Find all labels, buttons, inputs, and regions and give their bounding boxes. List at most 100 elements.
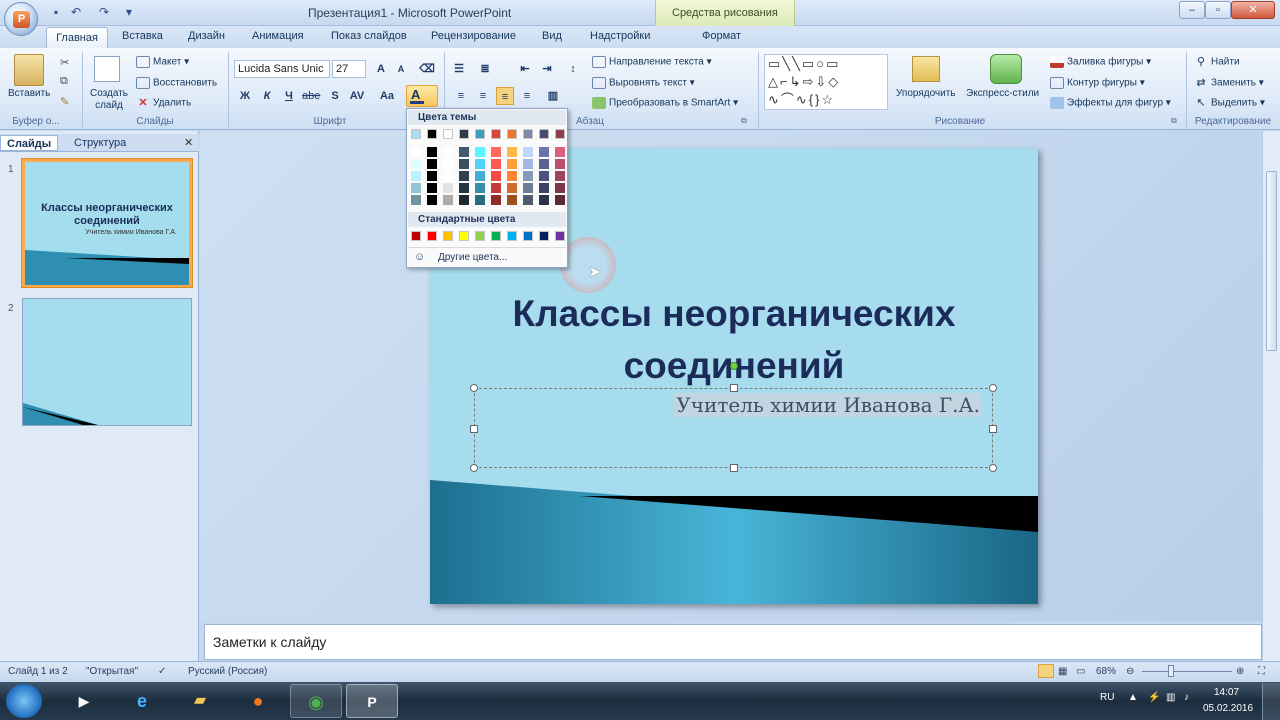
start-button[interactable]: [6, 684, 42, 718]
resize-handle[interactable]: [470, 384, 478, 392]
media-player-icon[interactable]: ▶: [58, 684, 110, 718]
clear-format-icon[interactable]: ⌫: [418, 60, 436, 78]
theme-shade-swatch[interactable]: [523, 159, 533, 169]
resize-handle[interactable]: [989, 464, 997, 472]
line-spacing-icon[interactable]: ↕: [564, 60, 582, 78]
dialog-launcher-icon[interactable]: ⧉: [741, 116, 747, 126]
subtitle-placeholder[interactable]: Учитель химии Иванова Г.А.: [470, 362, 997, 472]
zoom-level[interactable]: 68%: [1096, 666, 1116, 677]
theme-shade-swatch[interactable]: [507, 195, 517, 205]
theme-shade-swatch[interactable]: [475, 159, 485, 169]
resize-handle[interactable]: [989, 384, 997, 392]
find-button[interactable]: ⚲ Найти: [1194, 56, 1240, 68]
zoom-slider[interactable]: [1142, 671, 1232, 672]
tab-format[interactable]: Формат: [702, 30, 741, 42]
customize-qat-icon[interactable]: ▾: [124, 4, 134, 20]
decrease-indent-icon[interactable]: ⇤: [516, 60, 534, 78]
theme-color-swatch[interactable]: [475, 129, 485, 139]
theme-shade-swatch[interactable]: [443, 195, 453, 205]
theme-shade-swatch[interactable]: [427, 171, 437, 181]
resize-handle[interactable]: [730, 464, 738, 472]
theme-shade-swatch[interactable]: [523, 171, 533, 181]
redo-icon[interactable]: ↷: [96, 4, 112, 20]
font-color-button[interactable]: A: [406, 85, 438, 107]
quick-styles-button[interactable]: Экспресс-стили: [966, 88, 1039, 99]
theme-shade-swatch[interactable]: [443, 171, 453, 181]
shapes-gallery[interactable]: ▭╲╲▭○▭ △⌐↳⇨⇩◇ ∿⌒∿{}☆: [764, 54, 888, 110]
paste-button[interactable]: Вставить: [8, 88, 50, 99]
normal-view-icon[interactable]: [1038, 664, 1054, 678]
clock-date[interactable]: 05.02.2016: [1203, 703, 1253, 714]
power-icon[interactable]: ⚡: [1148, 692, 1160, 703]
theme-shade-swatch[interactable]: [507, 183, 517, 193]
theme-color-swatch[interactable]: [523, 129, 533, 139]
standard-color-swatch[interactable]: [539, 231, 549, 241]
reset-button[interactable]: Восстановить: [136, 77, 217, 89]
theme-shade-swatch[interactable]: [539, 171, 549, 181]
scroll-thumb[interactable]: [1266, 171, 1277, 351]
theme-shade-swatch[interactable]: [539, 183, 549, 193]
show-desktop-button[interactable]: [1262, 683, 1280, 720]
theme-shade-swatch[interactable]: [523, 147, 533, 157]
minimize-button[interactable]: –: [1179, 1, 1205, 19]
theme-color-swatch[interactable]: [443, 129, 453, 139]
theme-shade-swatch[interactable]: [491, 195, 501, 205]
standard-color-swatch[interactable]: [507, 231, 517, 241]
close-panel-icon[interactable]: ✕: [184, 136, 193, 149]
zoom-slider-thumb[interactable]: [1168, 665, 1174, 677]
theme-shade-swatch[interactable]: [443, 159, 453, 169]
tab-animation[interactable]: Анимация: [252, 30, 304, 42]
theme-shade-swatch[interactable]: [507, 159, 517, 169]
grow-font-button[interactable]: A: [372, 60, 390, 78]
shrink-font-button[interactable]: A: [392, 60, 410, 78]
smartart-button[interactable]: Преобразовать в SmartArt ▾: [592, 97, 738, 109]
zoom-in-icon[interactable]: ⊕: [1236, 666, 1244, 677]
theme-shade-swatch[interactable]: [507, 147, 517, 157]
maximize-button[interactable]: ▫: [1205, 1, 1231, 19]
theme-shade-swatch[interactable]: [539, 195, 549, 205]
notes-pane[interactable]: Заметки к слайду: [204, 624, 1262, 660]
standard-color-swatch[interactable]: [523, 231, 533, 241]
theme-shade-swatch[interactable]: [555, 159, 565, 169]
shadow-button[interactable]: S: [326, 87, 344, 105]
save-icon[interactable]: ▪: [48, 4, 64, 20]
justify-icon[interactable]: ≡: [518, 87, 536, 105]
standard-color-swatch[interactable]: [459, 231, 469, 241]
slide-thumbnail-1[interactable]: Классы неорганических соединений Учитель…: [21, 158, 193, 288]
align-text-button[interactable]: Выровнять текст ▾: [592, 77, 695, 89]
theme-shade-swatch[interactable]: [555, 195, 565, 205]
theme-shade-swatch[interactable]: [459, 147, 469, 157]
dialog-launcher-icon[interactable]: ⧉: [1171, 116, 1177, 126]
theme-shade-swatch[interactable]: [427, 147, 437, 157]
tab-design[interactable]: Дизайн: [188, 30, 225, 42]
close-button[interactable]: ✕: [1231, 1, 1275, 19]
theme-shade-swatch[interactable]: [475, 183, 485, 193]
theme-color-swatch[interactable]: [411, 129, 421, 139]
numbering-icon[interactable]: ≣: [476, 60, 494, 78]
theme-shade-swatch[interactable]: [555, 183, 565, 193]
theme-color-swatch[interactable]: [507, 129, 517, 139]
clock-time[interactable]: 14:07: [1214, 687, 1239, 698]
slideshow-view-icon[interactable]: ▭: [1076, 666, 1085, 677]
theme-shade-swatch[interactable]: [427, 159, 437, 169]
new-slide-button[interactable]: Создать слайд: [88, 88, 130, 112]
theme-color-swatch[interactable]: [427, 129, 437, 139]
align-left-icon[interactable]: ≡: [452, 87, 470, 105]
theme-shade-swatch[interactable]: [459, 183, 469, 193]
standard-color-swatch[interactable]: [491, 231, 501, 241]
tab-addins[interactable]: Надстройки: [590, 30, 650, 42]
tab-insert[interactable]: Вставка: [122, 30, 163, 42]
theme-color-swatch[interactable]: [459, 129, 469, 139]
tab-slides-panel[interactable]: Слайды: [0, 135, 59, 151]
standard-color-swatch[interactable]: [411, 231, 421, 241]
tab-slideshow[interactable]: Показ слайдов: [331, 30, 407, 42]
keyboard-language[interactable]: RU: [1100, 692, 1114, 703]
theme-shade-swatch[interactable]: [475, 195, 485, 205]
strike-button[interactable]: abe: [302, 87, 320, 105]
explorer-folder-icon[interactable]: ▰: [174, 684, 226, 718]
char-spacing-button[interactable]: AV: [346, 87, 368, 105]
theme-shade-swatch[interactable]: [411, 183, 421, 193]
theme-shade-swatch[interactable]: [523, 183, 533, 193]
standard-color-swatch[interactable]: [443, 231, 453, 241]
chrome-icon[interactable]: ◉: [290, 684, 342, 718]
